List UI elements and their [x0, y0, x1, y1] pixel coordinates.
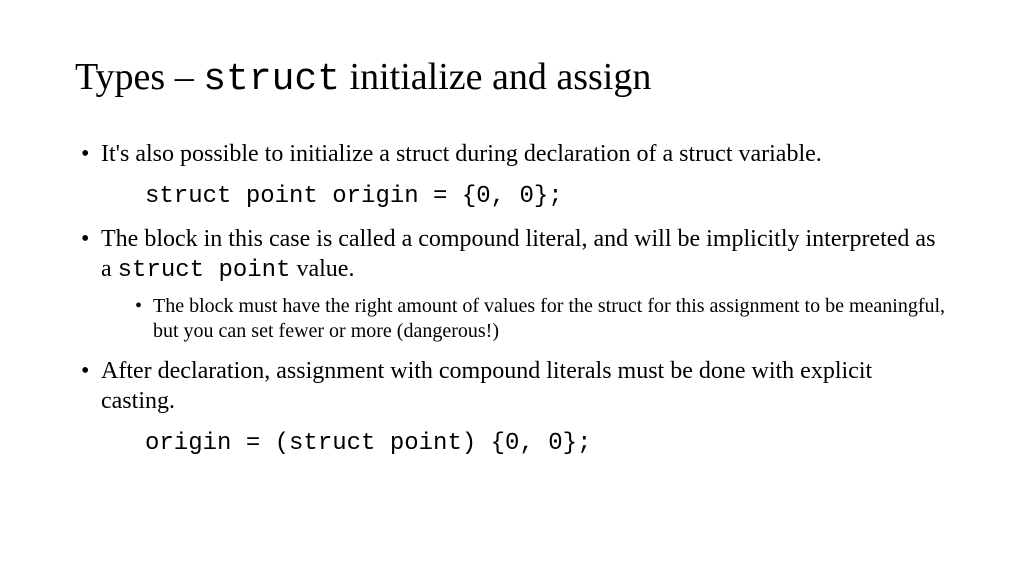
slide-title: Types – struct initialize and assign: [75, 55, 949, 101]
title-prefix: Types: [75, 56, 165, 98]
sub-bullet-list: The block must have the right amount of …: [101, 294, 949, 344]
bullet-item: The block in this case is called a compo…: [75, 224, 949, 344]
sub-bullet-text: The block must have the right amount of …: [153, 295, 945, 342]
bullet-text: After declaration, assignment with compo…: [101, 358, 872, 414]
sub-bullet-item: The block must have the right amount of …: [131, 294, 949, 344]
title-suffix: initialize and assign: [340, 56, 651, 98]
title-code: struct: [203, 58, 340, 101]
bullet-item: After declaration, assignment with compo…: [75, 356, 949, 416]
bullet-item: It's also possible to initialize a struc…: [75, 139, 949, 169]
bullet-text: It's also possible to initialize a struc…: [101, 141, 822, 167]
bullet-text-post: value.: [290, 256, 354, 282]
bullet-inline-code: struct point: [118, 257, 291, 284]
code-block: origin = (struct point) {0, 0};: [145, 428, 949, 459]
title-separator: –: [165, 56, 203, 98]
code-block: struct point origin = {0, 0};: [145, 181, 949, 212]
bullet-list: It's also possible to initialize a struc…: [75, 139, 949, 459]
